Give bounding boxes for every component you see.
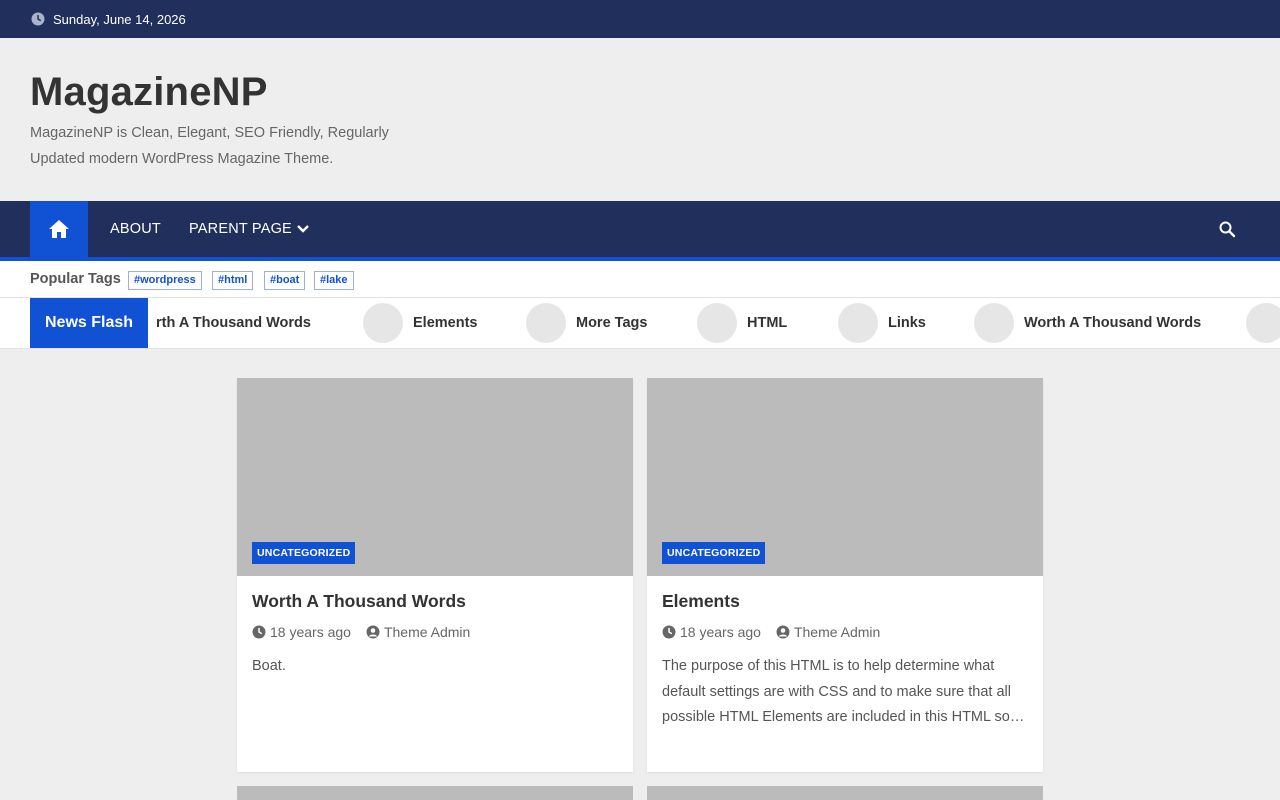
user-icon [366,625,380,639]
nav-about-label: ABOUT [110,221,161,237]
chevron-down-icon [296,224,310,234]
post-excerpt: Boat. [252,658,286,674]
ticker-item-title: Elements [413,315,478,331]
ticker-thumbnail [526,303,566,343]
post-meta: 18 years ago Theme Admin [662,624,880,640]
nav-parent-page-label: PARENT PAGE [189,221,292,237]
post-meta: 18 years ago Theme Admin [252,624,470,640]
ticker-thumbnail [1246,303,1280,343]
ticker-thumbnail [363,303,403,343]
tag-boat[interactable]: #boat [264,271,306,290]
ticker-thumbnail [697,303,737,343]
user-icon [776,625,790,639]
post-author-name: Theme Admin [383,624,471,640]
main-navigation: ABOUT PARENT PAGE [0,201,1280,261]
ticker-item-title: rth A Thousand Words [156,315,311,331]
news-ticker: rth A Thousand Words Elements More Tags … [148,298,1280,348]
clock-icon [662,625,676,639]
home-button[interactable] [30,201,88,261]
tag-html[interactable]: #html [212,271,254,290]
search-button[interactable] [1218,220,1236,238]
clock-icon [252,625,266,639]
ticker-item[interactable]: Elements [363,303,477,343]
ticker-item-title: More Tags [576,315,648,331]
ticker-item[interactable]: Links [838,303,926,343]
popular-tags-bar: Popular Tags #wordpress #html #boat #lak… [0,261,1280,298]
ticker-item-title: Worth A Thousand Words [1024,315,1202,331]
post-thumbnail[interactable] [647,786,1043,800]
post-excerpt: The purpose of this HTML is to help dete… [662,658,1025,726]
tag-lake[interactable]: #lake [314,271,354,290]
top-bar: Sunday, June 14, 2026 [0,0,1280,38]
news-flash-bar: News Flash rth A Thousand Words Elements… [0,298,1280,349]
ticker-thumbnail [974,303,1014,343]
post-card: UNCATEGORIZED Elements 18 years ago Them… [647,378,1043,772]
nav-parent-page[interactable]: PARENT PAGE [189,201,310,257]
search-icon [1218,221,1236,242]
ticker-item-title: HTML [747,315,788,331]
nav-about[interactable]: ABOUT [110,201,161,257]
ticker-item-title: Links [888,315,926,331]
ticker-item[interactable] [1246,303,1280,343]
category-badge[interactable]: UNCATEGORIZED [662,542,766,564]
ticker-item[interactable]: rth A Thousand Words [156,303,311,343]
post-thumbnail[interactable] [237,786,633,800]
current-date: Sunday, June 14, 2026 [53,11,186,27]
site-title[interactable]: MagazineNP [30,70,268,115]
post-author[interactable]: Theme Admin [366,624,470,640]
post-author-name: Theme Admin [793,624,881,640]
ticker-item[interactable]: Worth A Thousand Words [974,303,1201,343]
post-author[interactable]: Theme Admin [776,624,880,640]
site-header: MagazineNP MagazineNP is Clean, Elegant,… [0,38,1280,201]
post-card: UNCATEGORIZED Worth A Thousand Words 18 … [237,378,633,772]
news-flash-label: News Flash [30,298,148,348]
post-time[interactable]: 18 years ago [680,624,761,640]
post-time[interactable]: 18 years ago [270,624,351,640]
clock-icon [31,12,45,26]
category-badge[interactable]: UNCATEGORIZED [252,542,356,564]
ticker-thumbnail [838,303,878,343]
post-title[interactable]: Elements [662,591,740,612]
ticker-item[interactable]: HTML [697,303,787,343]
popular-tags-title: Popular Tags [30,271,121,287]
home-icon [48,219,70,244]
tag-wordpress[interactable]: #wordpress [128,271,202,290]
ticker-item[interactable]: More Tags [526,303,647,343]
post-title[interactable]: Worth A Thousand Words [252,591,466,612]
site-description: MagazineNP is Clean, Elegant, SEO Friend… [30,125,389,167]
